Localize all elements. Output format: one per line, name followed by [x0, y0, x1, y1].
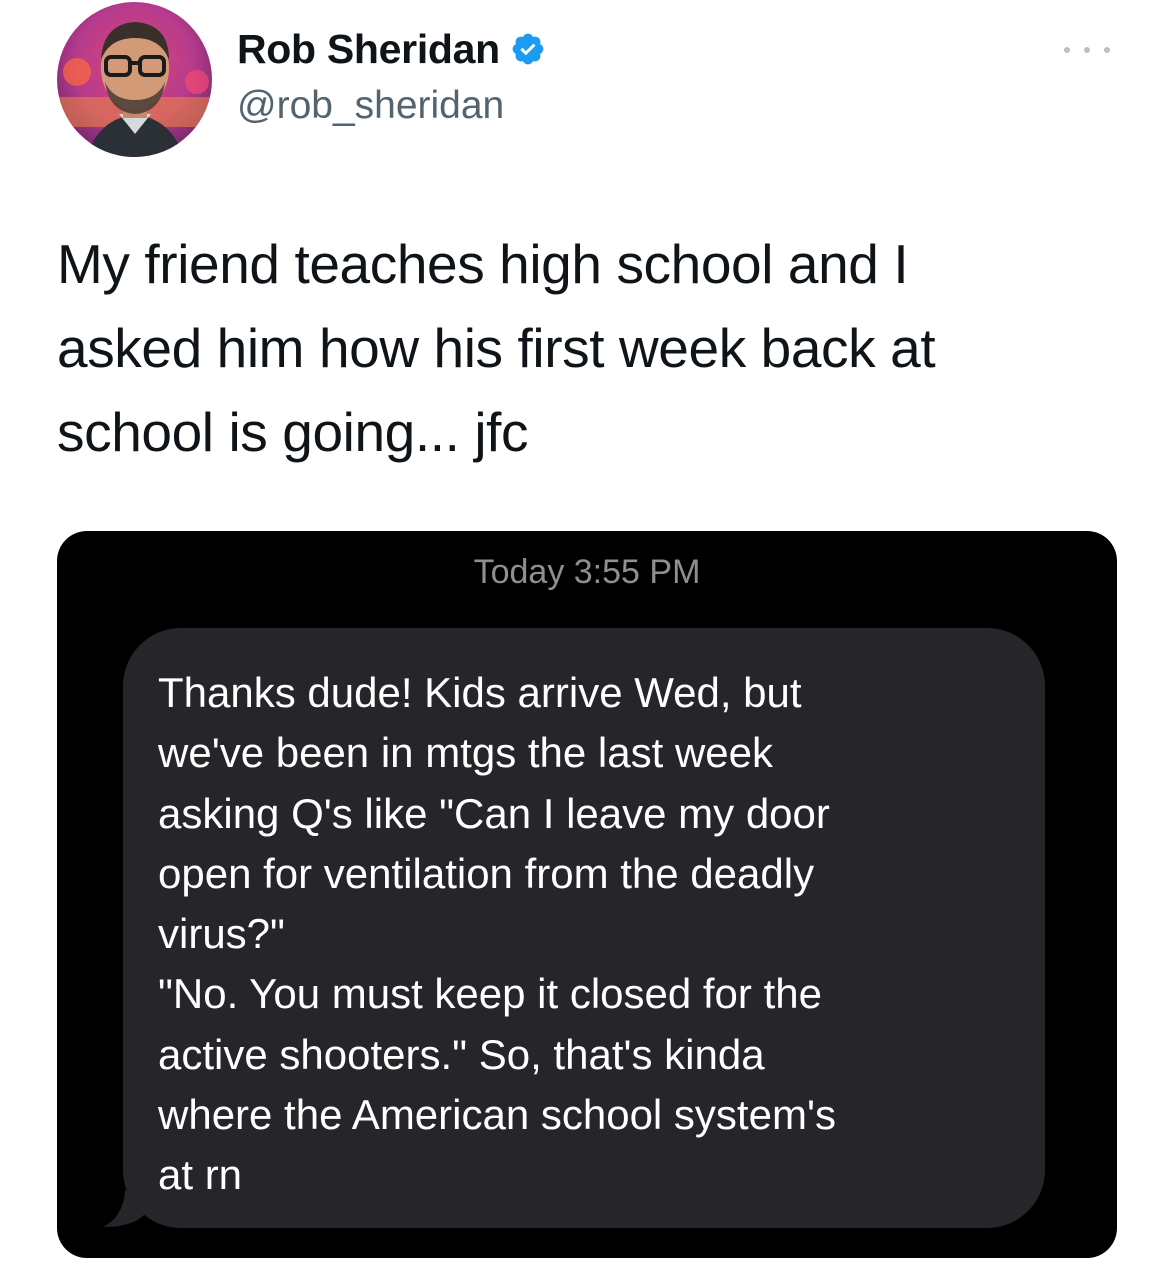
avatar[interactable]	[57, 2, 212, 157]
attached-screenshot[interactable]: Today 3:55 PM Thanks dude! Kids arrive W…	[57, 531, 1117, 1258]
verified-badge-icon	[510, 31, 546, 67]
more-dot	[1084, 47, 1090, 53]
author-name[interactable]: Rob Sheridan	[237, 26, 546, 72]
author-handle[interactable]: @rob_sheridan	[237, 84, 504, 128]
tweet-text: My friend teaches high school and I aske…	[57, 233, 936, 463]
author-name-text: Rob Sheridan	[237, 25, 500, 72]
message-text: Thanks dude! Kids arrive Wed, but we've …	[158, 669, 836, 1199]
more-options-icon[interactable]	[1064, 40, 1110, 60]
message-timestamp: Today 3:55 PM	[473, 553, 701, 591]
more-dot	[1104, 47, 1110, 53]
more-dot	[1064, 47, 1070, 53]
avatar-photo	[57, 2, 212, 157]
